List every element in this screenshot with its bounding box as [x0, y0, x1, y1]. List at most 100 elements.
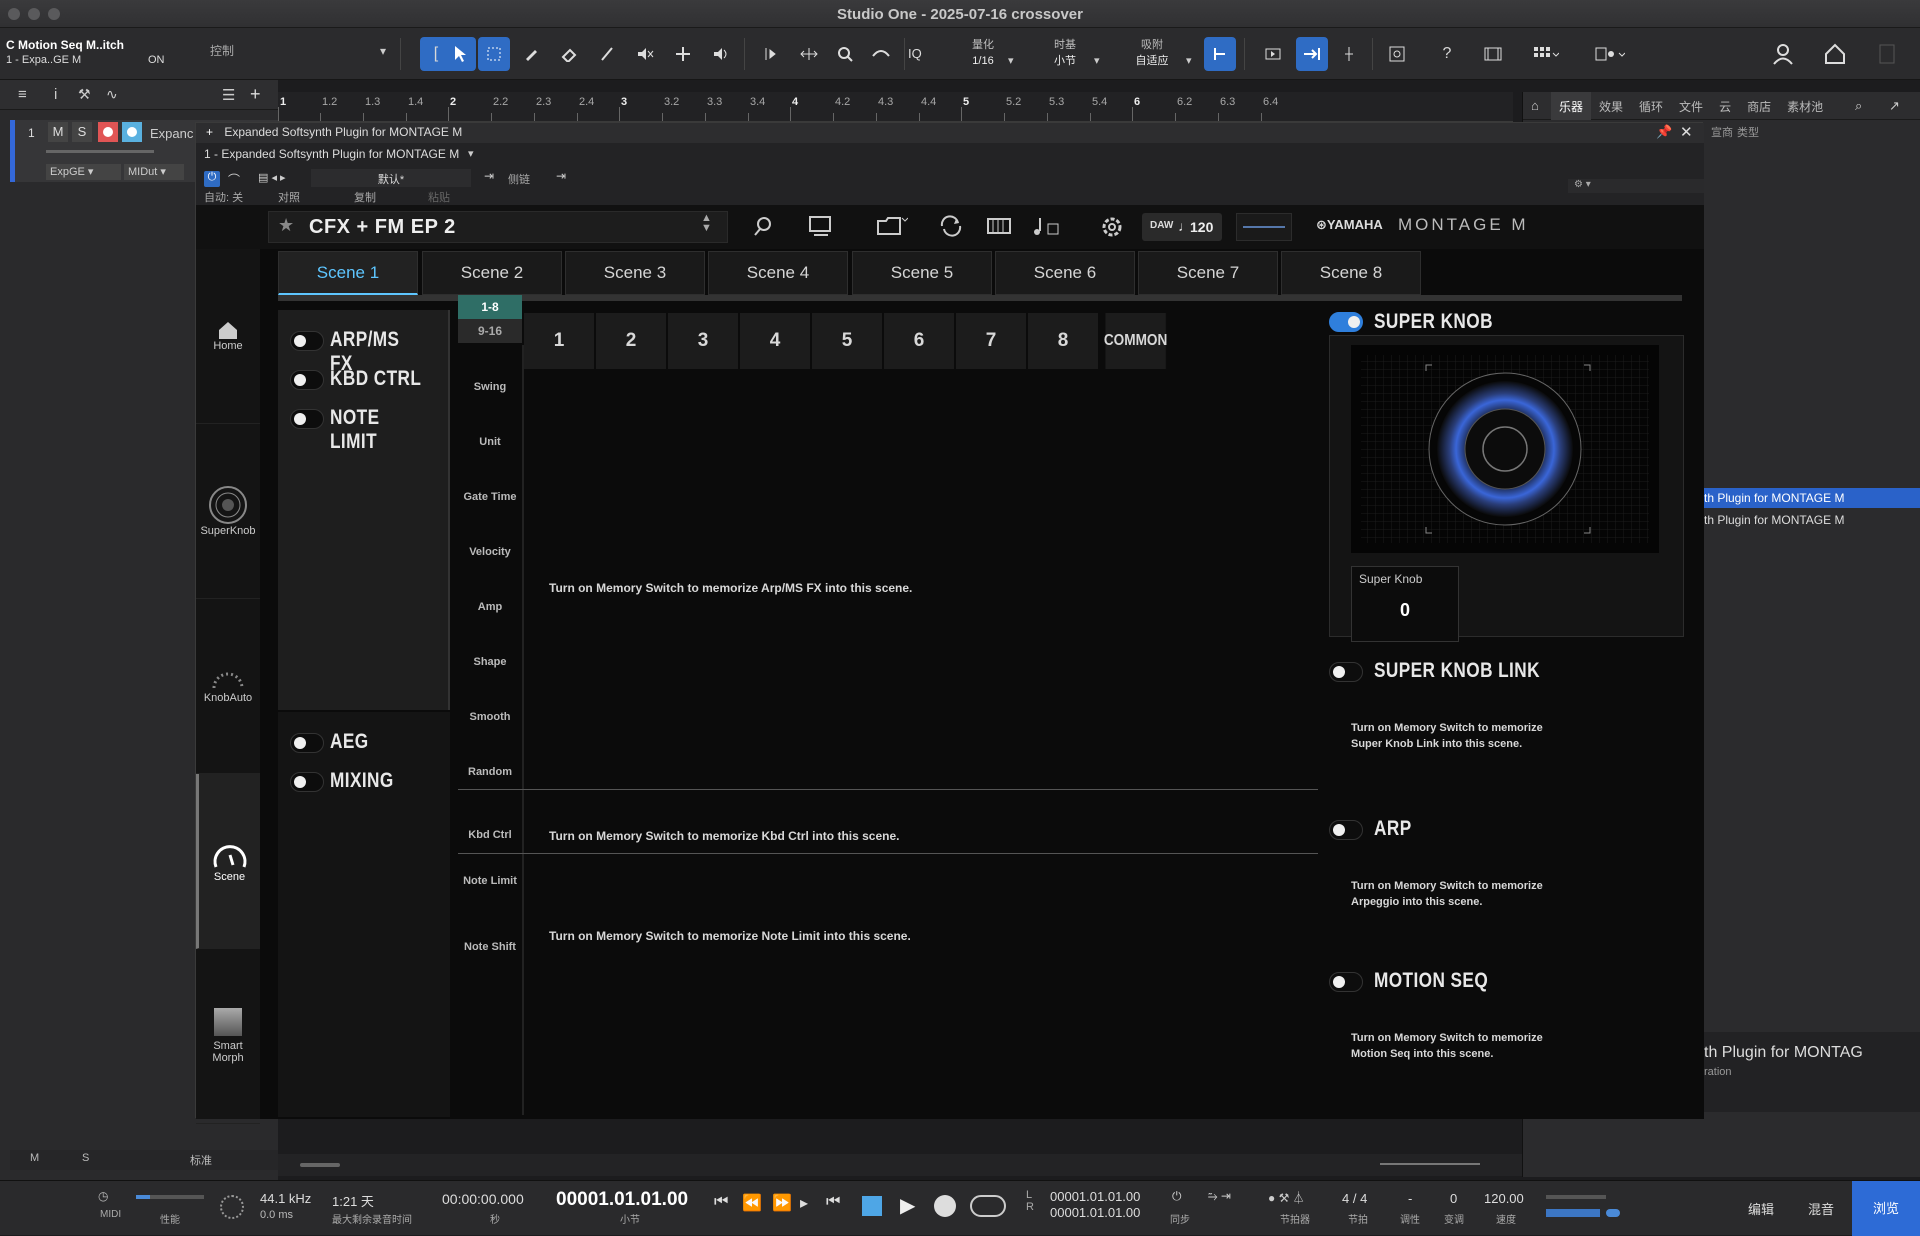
side-smartmorph[interactable]: Smart Morph [196, 949, 260, 1124]
iq-button[interactable]: IQ [908, 46, 922, 61]
part-column-header[interactable]: 4 [740, 313, 811, 369]
info-icon[interactable]: i [54, 86, 57, 103]
memory-switch[interactable] [290, 409, 324, 429]
loop-right[interactable]: 00001.01.01.00 [1050, 1205, 1140, 1220]
side-home[interactable]: Home [196, 249, 260, 424]
memory-switch[interactable] [290, 733, 324, 753]
browser-tab[interactable]: 素材池 [1779, 92, 1831, 120]
sync-icon[interactable]: ⏻ [1172, 1189, 1182, 1204]
page-button[interactable] [1872, 37, 1902, 71]
snap-toggle-button[interactable] [1204, 37, 1236, 71]
list-icon[interactable]: ☰ [222, 86, 235, 104]
lane-standard-select[interactable]: 标准 [190, 1152, 212, 1168]
instance-dropdown-icon[interactable]: ▾ [468, 147, 474, 160]
range-tool-button[interactable] [478, 37, 510, 71]
zoom-tool-button[interactable] [830, 37, 860, 71]
part-column-header[interactable]: 2 [596, 313, 667, 369]
position-unit[interactable]: 小节 [620, 1211, 640, 1226]
preset-icon[interactable]: ▤ ◂ ▸ [258, 171, 286, 184]
listen-tool-button[interactable] [706, 37, 736, 71]
memory-switch[interactable] [290, 370, 324, 390]
parts-9-16-button[interactable]: 9-16 [458, 319, 522, 343]
browser-tab[interactable]: 商店 [1739, 92, 1779, 120]
record-panel-button[interactable] [1382, 37, 1412, 71]
forward-icon[interactable]: ▸ [800, 1193, 808, 1213]
browser-item[interactable]: th Plugin for MONTAGE M [1698, 510, 1920, 530]
browser-col-a[interactable]: 宣商 [1711, 124, 1733, 140]
browser-tab[interactable]: 乐器 [1551, 92, 1592, 120]
super-knob-value[interactable]: 0 [1351, 600, 1459, 621]
volume-slider[interactable] [46, 150, 154, 153]
sidechain-out-icon[interactable]: ⇥ [556, 169, 566, 183]
time-signature[interactable]: 4 / 4 [1342, 1191, 1367, 1206]
copy-button[interactable]: 复制 [354, 189, 376, 205]
close-plugin-icon[interactable]: ✕ [1680, 123, 1693, 141]
snap-dropdown-icon[interactable]: ▾ [1186, 54, 1192, 67]
preset-name[interactable]: CFX + FM EP 2 [268, 211, 728, 243]
favorite-star-icon[interactable]: ★ [278, 215, 294, 236]
scene-tab[interactable]: Scene 6 [995, 251, 1135, 295]
transpose-value[interactable]: 0 [1450, 1191, 1457, 1206]
browser-col-b[interactable]: 类型 [1737, 124, 1759, 140]
menu-icon[interactable]: ≡ [18, 86, 27, 103]
track-header-on[interactable]: ON [148, 54, 165, 66]
time-unit[interactable]: 秒 [490, 1211, 500, 1226]
layout-button[interactable] [1588, 37, 1632, 71]
scene-tab[interactable]: Scene 5 [852, 251, 992, 295]
part-column-header[interactable]: 8 [1028, 313, 1099, 369]
sidechain-label[interactable]: 侧链 [508, 171, 530, 187]
return-to-zero-icon[interactable]: ⏮ [714, 1193, 728, 1211]
home-button[interactable] [1818, 37, 1852, 71]
output-selector[interactable]: MIDut ▾ [124, 164, 184, 180]
part-column-header[interactable]: 3 [668, 313, 739, 369]
preset-selector[interactable]: 默认* [311, 169, 471, 187]
loop-left[interactable]: 00001.01.01.00 [1050, 1189, 1140, 1204]
super-knob-switch[interactable] [1329, 312, 1363, 332]
side-knobauto[interactable]: KnobAuto [196, 599, 260, 774]
add-track-icon[interactable]: + [250, 84, 261, 105]
part-column-header[interactable]: COMMON [1104, 313, 1167, 369]
quantize-value[interactable]: 1/16 [958, 54, 1008, 69]
browser-tab[interactable]: 效果 [1591, 92, 1631, 120]
power-button[interactable]: ⏻ [204, 171, 220, 187]
fast-forward-icon[interactable]: ⏩ [772, 1193, 792, 1213]
zoom-slider[interactable] [1380, 1163, 1480, 1165]
to-start-icon[interactable]: ⏮ [826, 1193, 840, 1211]
follow-button[interactable] [1296, 37, 1328, 71]
timeline-ruler[interactable]: 1 1.2 1.3 1.4 2 2.2 2.3 2.4 3 3.2 3.3 3.4 4 4.2 4.3 4.4… [278, 92, 1513, 122]
track-name[interactable]: Expanc [150, 126, 193, 141]
sidechain-in-icon[interactable]: ⇥ [484, 169, 494, 183]
part-column-header[interactable]: 1 [524, 313, 595, 369]
video-button[interactable] [1478, 37, 1508, 71]
pencil-tool-button[interactable] [516, 37, 546, 71]
plugin-add-icon[interactable]: + [206, 125, 213, 139]
memory-switch[interactable] [290, 772, 324, 792]
super-knob-visual[interactable] [1351, 345, 1659, 553]
split-tool-button[interactable] [668, 37, 698, 71]
browse-view-button[interactable]: 浏览 [1852, 1181, 1920, 1236]
edit-view-button[interactable]: 编辑 [1748, 1199, 1774, 1218]
snap-value[interactable]: 自适应 [1124, 54, 1180, 69]
part-column-header[interactable]: 5 [812, 313, 883, 369]
lane-m-button[interactable]: M [30, 1152, 39, 1164]
metronome-icon[interactable]: ● ⚒ ⏃ [1268, 1189, 1305, 1206]
part-column-header[interactable]: 6 [884, 313, 955, 369]
scene-tab[interactable]: Scene 3 [565, 251, 705, 295]
expand-icon[interactable]: ↗ [1889, 98, 1900, 114]
mix-view-button[interactable]: 混音 [1808, 1199, 1834, 1218]
part-column-header[interactable]: 7 [956, 313, 1027, 369]
browser-tab[interactable]: 文件 [1671, 92, 1711, 120]
search-preset-button[interactable] [752, 215, 774, 237]
scene-tab[interactable]: Scene 7 [1138, 251, 1278, 295]
browser-tab[interactable]: 循环 [1631, 92, 1671, 120]
device-button[interactable] [808, 215, 834, 237]
lane-s-button[interactable]: S [82, 1152, 89, 1164]
tempo-value[interactable]: 120.00 [1484, 1191, 1524, 1206]
plugin-settings-icon[interactable]: ⚙ ▾ [1568, 179, 1704, 193]
timebase-dropdown-icon[interactable]: ▾ [1094, 54, 1100, 67]
solo-button[interactable]: S [72, 122, 92, 142]
scene-tab[interactable]: Scene 8 [1281, 251, 1421, 295]
stop-button[interactable] [862, 1196, 882, 1216]
automation-toggle-icon[interactable]: ⌒ [228, 171, 240, 188]
scene-tab[interactable]: Scene 4 [708, 251, 848, 295]
